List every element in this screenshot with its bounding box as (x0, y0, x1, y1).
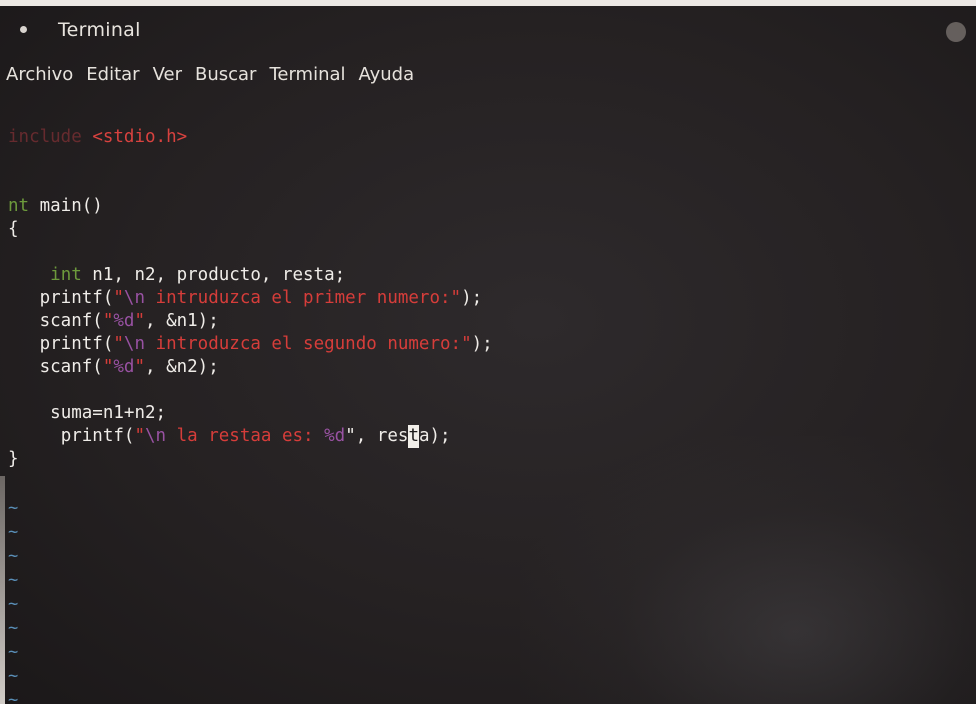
code-token: \n (123, 334, 145, 354)
code-token: " (450, 288, 462, 308)
code-line-printf-2: printf("\n introduzca el segundo numero:… (8, 333, 968, 356)
decl-type: int (50, 265, 82, 285)
menu-archivo[interactable]: Archivo (6, 64, 73, 96)
code-token: \n (123, 288, 145, 308)
code-token: %d (324, 426, 346, 446)
code-token: \n (145, 426, 167, 446)
code-token: " (461, 334, 472, 354)
code-token: " (345, 426, 356, 446)
include-keyword: include (8, 127, 82, 147)
code-token: printf( (60, 426, 135, 446)
menu-ayuda[interactable]: Ayuda (359, 64, 415, 96)
code-token: scanf( (39, 311, 103, 331)
code-token: " (134, 426, 145, 446)
code-token: intruduzca el primer numero: (145, 288, 451, 308)
code-token: ); (471, 334, 493, 354)
close-icon[interactable] (946, 22, 966, 42)
code-line-printf-1: printf("\n intruduzca el primer numero:"… (8, 287, 968, 310)
code-token: , &n1); (145, 311, 219, 331)
code-line-scanf-1: scanf("%d", &n1); (8, 310, 968, 333)
code-token: ); (461, 288, 483, 308)
main-signature: main() (29, 196, 103, 216)
code-token: " (113, 288, 124, 308)
text-cursor: t (408, 425, 419, 448)
window-title: Terminal (58, 19, 141, 41)
code-line-close-brace: } (8, 448, 968, 471)
code-line-printf-3: printf("\n la restaa es: %d", resta); (8, 425, 968, 448)
close-brace: } (8, 449, 19, 469)
window-dot-icon (20, 26, 27, 33)
code-token: la restaa es: (166, 426, 325, 446)
menu-editar[interactable]: Editar (86, 64, 139, 96)
menu-bar: Archivo Editar Ver Buscar Terminal Ayuda (6, 64, 414, 96)
code-token: scanf( (39, 357, 103, 377)
code-token: %d (113, 311, 135, 331)
code-token: " (134, 357, 145, 377)
code-token: , res (355, 426, 409, 446)
code-token: " (134, 311, 145, 331)
screen-bezel-edge (0, 476, 5, 704)
include-header: <stdio.h> (92, 127, 188, 147)
menu-ver[interactable]: Ver (153, 64, 182, 96)
title-bar[interactable]: Terminal (0, 6, 976, 52)
main-return-type: nt (8, 196, 30, 216)
code-token: " (113, 334, 124, 354)
code-line-suma: suma=n1+n2; (8, 402, 968, 425)
code-line-include: include <stdio.h> (8, 126, 968, 149)
vim-editor[interactable]: include <stdio.h> nt main() { int n1, n2… (8, 126, 968, 704)
code-line-scanf-2: scanf("%d", &n2); (8, 356, 968, 379)
menu-terminal[interactable]: Terminal (269, 64, 345, 96)
code-line-decl: int n1, n2, producto, resta; (8, 264, 968, 287)
code-token: , &n2); (145, 357, 219, 377)
empty-line-markers: ~ ~ ~ ~ ~ ~ ~ ~ ~ (8, 498, 19, 704)
code-token: printf( (39, 334, 114, 354)
decl-vars: n1, n2, producto, resta; (81, 265, 346, 285)
code-token: printf( (39, 288, 114, 308)
menu-buscar[interactable]: Buscar (195, 64, 256, 96)
open-brace: { (8, 219, 19, 239)
code-token: " (102, 357, 114, 377)
code-token: introduzca el segundo numero: (145, 334, 462, 354)
code-token: " (102, 311, 114, 331)
code-line-open-brace: { (8, 218, 968, 241)
code-token: suma=n1+n2; (50, 403, 167, 423)
code-token: a); (418, 426, 451, 446)
code-token: %d (113, 357, 135, 377)
code-line-main: nt main() (8, 195, 968, 218)
terminal-window: Terminal Archivo Editar Ver Buscar Termi… (0, 6, 976, 704)
